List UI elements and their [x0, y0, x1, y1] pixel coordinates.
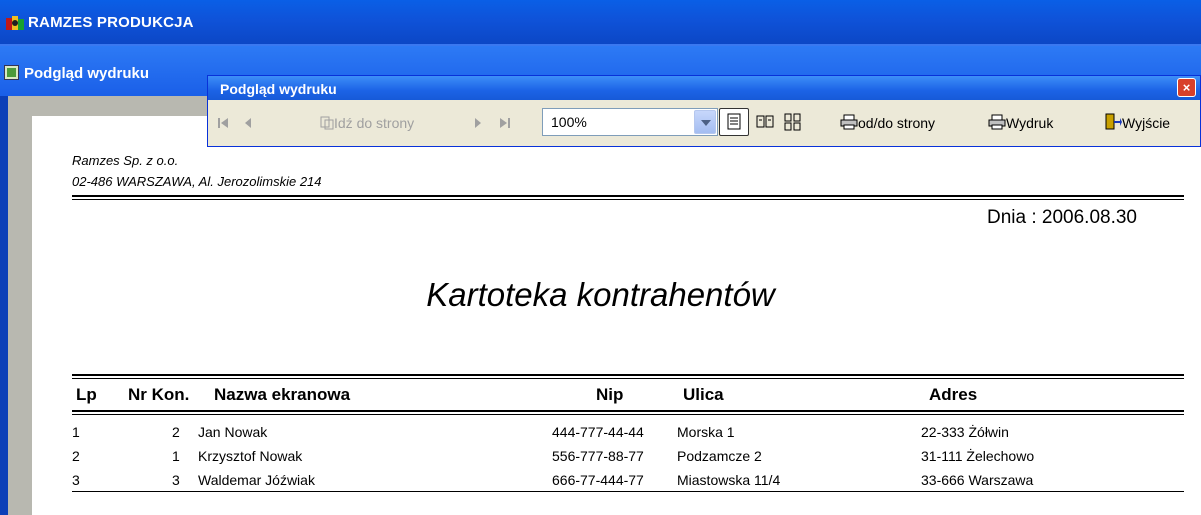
multi-page-view-button[interactable]	[784, 110, 802, 136]
printer-icon	[988, 114, 1006, 130]
cell-lp: 2	[72, 448, 80, 464]
chevron-down-icon[interactable]	[694, 110, 716, 134]
prev-page-button[interactable]	[242, 110, 254, 136]
column-header-ulica: Ulica	[683, 385, 724, 404]
exit-door-icon	[1105, 113, 1122, 130]
page-range-label: od/do strony	[858, 115, 936, 131]
column-header-nr-kon: Nr Kon.	[128, 385, 190, 404]
app-titlebar: RAMZES PRODUKCJA	[0, 0, 1201, 46]
document-date: Dnia : 2006.08.30	[986, 207, 1137, 228]
next-page-icon	[475, 118, 481, 128]
zoom-value: 100%	[551, 114, 587, 130]
company-address: 02-486 WARSZAWA, Al. Jerozolimskie 214	[72, 174, 322, 189]
two-page-icon	[756, 115, 774, 128]
zoom-select[interactable]: 100%	[542, 108, 718, 136]
cell-nazwa: Krzysztof Nowak	[198, 448, 303, 464]
cell-adres: 33-666 Warszawa	[921, 472, 1034, 488]
ramzes-logo-icon	[6, 16, 24, 30]
cell-adres: 22-333 Żółwin	[921, 424, 1009, 440]
header-rule	[72, 195, 1184, 200]
cell-nr: 1	[172, 448, 180, 464]
column-header-adres: Adres	[929, 385, 978, 404]
print-button[interactable]: Wydruk	[988, 110, 1053, 136]
print-label: Wydruk	[1006, 115, 1054, 131]
column-header-nip: Nip	[596, 385, 624, 404]
cell-nr: 3	[172, 472, 180, 488]
cell-ulica: Miastowska 11/4	[677, 472, 781, 488]
single-page-icon	[727, 113, 741, 130]
company-name: Ramzes Sp. z o.o.	[72, 153, 179, 168]
cell-nazwa: Jan Nowak	[198, 424, 268, 440]
exit-button[interactable]: Wyjście	[1104, 110, 1170, 136]
goto-page-label: Idź do strony	[334, 115, 415, 131]
single-page-view-button[interactable]	[719, 108, 749, 136]
company-header: Ramzes Sp. z o.o. 02-486 WARSZAWA, Al. J…	[72, 150, 322, 192]
exit-label: Wyjście	[1122, 115, 1171, 131]
close-button[interactable]: ×	[1177, 78, 1196, 97]
cell-nazwa: Waldemar Jóźwiak	[198, 472, 315, 488]
cell-adres: 31-111 Żelechowo	[921, 448, 1035, 464]
goto-page-button[interactable]: Idź do strony	[320, 110, 414, 136]
cell-nip: 666-77-444-77	[552, 472, 644, 488]
goto-page-icon	[320, 116, 334, 130]
app-title: RAMZES PRODUKCJA	[28, 14, 194, 31]
cell-nip: 556-777-88-77	[552, 448, 644, 464]
cell-lp: 3	[72, 472, 80, 488]
page-range-button[interactable]: od/do strony	[840, 110, 935, 136]
last-page-button[interactable]	[498, 110, 512, 136]
table-header-rule	[72, 410, 1184, 415]
cell-ulica: Podzamcze 2	[677, 448, 762, 464]
cell-lp: 1	[72, 424, 80, 440]
preview-toolbar: Idź do strony 100% od/do strony Wydruk W…	[208, 100, 1200, 146]
four-page-icon	[784, 113, 801, 131]
column-header-lp: Lp	[76, 385, 97, 404]
cell-nip: 444-777-44-44	[552, 424, 644, 440]
cell-ulica: Morska 1	[677, 424, 735, 440]
first-page-button[interactable]	[216, 110, 230, 136]
document-title: Kartoteka kontrahentów	[426, 276, 775, 313]
two-page-view-button[interactable]	[756, 110, 774, 136]
printer-icon	[840, 114, 858, 130]
toolbar-window-titlebar[interactable]: Podgląd wydruku ×	[208, 76, 1200, 100]
prev-page-icon	[245, 118, 251, 128]
table-bottom-rule	[72, 491, 1184, 492]
toolbar-window-title: Podgląd wydruku	[220, 81, 337, 97]
mdi-child-title: Podgląd wydruku	[24, 65, 150, 82]
cell-nr: 2	[172, 424, 180, 440]
column-header-nazwa: Nazwa ekranowa	[214, 385, 351, 404]
first-page-icon	[218, 118, 228, 128]
print-preview-toolbar-window: Podgląd wydruku × Idź do strony 100% od/…	[207, 75, 1201, 147]
next-page-button[interactable]	[472, 110, 484, 136]
window-icon	[4, 65, 19, 80]
last-page-icon	[500, 118, 510, 128]
table-top-rule	[72, 374, 1184, 379]
